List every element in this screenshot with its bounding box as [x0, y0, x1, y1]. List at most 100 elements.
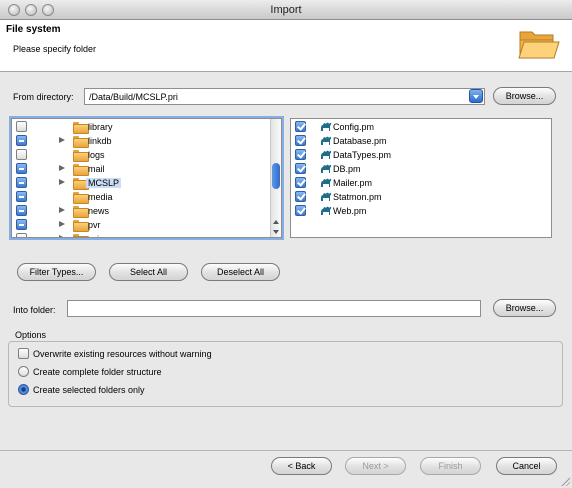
footer-divider	[0, 450, 572, 451]
file-label: DB.pm	[333, 164, 361, 174]
folder-label: news	[88, 206, 110, 216]
perl-camel-icon	[320, 162, 332, 176]
folder-label: MCSLP	[86, 178, 122, 188]
file-checkbox[interactable]	[295, 135, 306, 146]
folder-tree-row[interactable]: logs	[12, 148, 281, 162]
next-button[interactable]: Next >	[345, 457, 406, 475]
folder-icon	[73, 178, 89, 190]
perl-camel-icon	[320, 190, 332, 204]
folder-checkbox[interactable]	[16, 121, 27, 132]
file-list-row[interactable]: Mailer.pm	[291, 176, 551, 190]
folder-icon	[73, 164, 89, 176]
file-checkbox[interactable]	[295, 121, 306, 132]
folder-tree-row[interactable]: linkdb	[12, 134, 281, 148]
file-label: Web.pm	[333, 206, 367, 216]
into-folder-label: Into folder:	[13, 305, 56, 315]
folder-label: library	[88, 122, 113, 132]
from-directory-combo[interactable]: /Data/Build/MCSLP.pri	[84, 88, 485, 105]
create-selected-folders-label[interactable]: Create selected folders only	[33, 385, 145, 395]
folder-checkbox[interactable]	[16, 233, 27, 237]
folder-label: media	[88, 192, 113, 202]
perl-camel-icon	[320, 176, 332, 190]
folder-tree-row[interactable]: news	[12, 204, 281, 218]
folder-label: linkdb	[88, 136, 112, 146]
folder-icon	[73, 234, 89, 237]
folder-label: logs	[88, 150, 105, 160]
into-folder-browse-button[interactable]: Browse...	[493, 299, 556, 317]
folder-tree-row[interactable]: ssi	[12, 232, 281, 237]
from-directory-label: From directory:	[13, 92, 74, 102]
file-list[interactable]: Config.pm Database.pm DataTypes.pm DB.pm Mai…	[290, 118, 552, 238]
folder-label: mail	[88, 164, 105, 174]
folder-checkbox[interactable]	[16, 135, 27, 146]
wizard-header: File system Please specify folder	[0, 20, 572, 72]
create-complete-structure-label[interactable]: Create complete folder structure	[33, 367, 162, 377]
folder-label: pvr	[88, 220, 101, 230]
folder-checkbox[interactable]	[16, 219, 27, 230]
perl-camel-icon	[320, 134, 332, 148]
perl-camel-icon	[320, 204, 332, 218]
file-checkbox[interactable]	[295, 163, 306, 174]
create-selected-folders-radio[interactable]	[18, 384, 29, 395]
expand-triangle-icon[interactable]	[59, 137, 65, 143]
expand-triangle-icon[interactable]	[59, 179, 65, 185]
filter-types-button[interactable]: Filter Types...	[17, 263, 96, 281]
options-group-title: Options	[15, 330, 47, 340]
file-list-row[interactable]: DataTypes.pm	[291, 148, 551, 162]
folder-icon	[73, 136, 89, 148]
file-list-row[interactable]: Database.pm	[291, 134, 551, 148]
file-list-row[interactable]: Statmon.pm	[291, 190, 551, 204]
file-list-row[interactable]: Config.pm	[291, 120, 551, 134]
file-checkbox[interactable]	[295, 177, 306, 188]
folder-open-icon	[518, 31, 560, 59]
folder-checkbox[interactable]	[16, 191, 27, 202]
file-checkbox[interactable]	[295, 191, 306, 202]
deselect-all-button[interactable]: Deselect All	[201, 263, 280, 281]
folder-tree-row[interactable]: media	[12, 190, 281, 204]
expand-triangle-icon[interactable]	[59, 165, 65, 171]
folder-tree-row[interactable]: MCSLP	[12, 176, 281, 190]
finish-button[interactable]: Finish	[420, 457, 481, 475]
file-label: Database.pm	[333, 136, 387, 146]
from-directory-browse-button[interactable]: Browse...	[493, 87, 556, 105]
file-list-row[interactable]: Web.pm	[291, 204, 551, 218]
overwrite-label[interactable]: Overwrite existing resources without war…	[33, 349, 212, 359]
folder-tree[interactable]: library linkdb logs mail MCSLP media news pvr ss…	[11, 118, 282, 238]
folder-icon	[73, 192, 89, 204]
file-label: Mailer.pm	[333, 178, 373, 188]
folder-icon	[73, 150, 89, 162]
page-subtitle: Please specify folder	[13, 44, 97, 54]
page-title: File system	[6, 24, 61, 35]
folder-checkbox[interactable]	[16, 163, 27, 174]
file-label: Config.pm	[333, 122, 375, 132]
folder-icon	[73, 220, 89, 232]
create-complete-structure-radio[interactable]	[18, 366, 29, 377]
expand-triangle-icon[interactable]	[59, 207, 65, 213]
folder-checkbox[interactable]	[16, 177, 27, 188]
select-all-button[interactable]: Select All	[109, 263, 188, 281]
folder-tree-row[interactable]: pvr	[12, 218, 281, 232]
file-label: Statmon.pm	[333, 192, 382, 202]
file-list-row[interactable]: DB.pm	[291, 162, 551, 176]
resize-grip-icon[interactable]	[560, 476, 570, 486]
into-folder-input[interactable]	[67, 300, 481, 317]
folder-icon	[73, 122, 89, 134]
folder-icon	[73, 206, 89, 218]
perl-camel-icon	[320, 148, 332, 162]
folder-tree-row[interactable]: library	[12, 120, 281, 134]
window-title: Import	[270, 4, 302, 16]
folder-label: ssi	[88, 234, 99, 237]
expand-triangle-icon[interactable]	[59, 221, 65, 227]
window-titlebar: Import	[0, 0, 572, 20]
file-checkbox[interactable]	[295, 205, 306, 216]
file-checkbox[interactable]	[295, 149, 306, 160]
folder-checkbox[interactable]	[16, 149, 27, 160]
overwrite-checkbox[interactable]	[18, 348, 29, 359]
cancel-button[interactable]: Cancel	[496, 457, 557, 475]
expand-triangle-icon[interactable]	[59, 235, 65, 237]
combo-dropdown-arrow-icon[interactable]	[469, 89, 483, 103]
back-button[interactable]: < Back	[271, 457, 332, 475]
folder-checkbox[interactable]	[16, 205, 27, 216]
folder-tree-row[interactable]: mail	[12, 162, 281, 176]
perl-camel-icon	[320, 120, 332, 134]
